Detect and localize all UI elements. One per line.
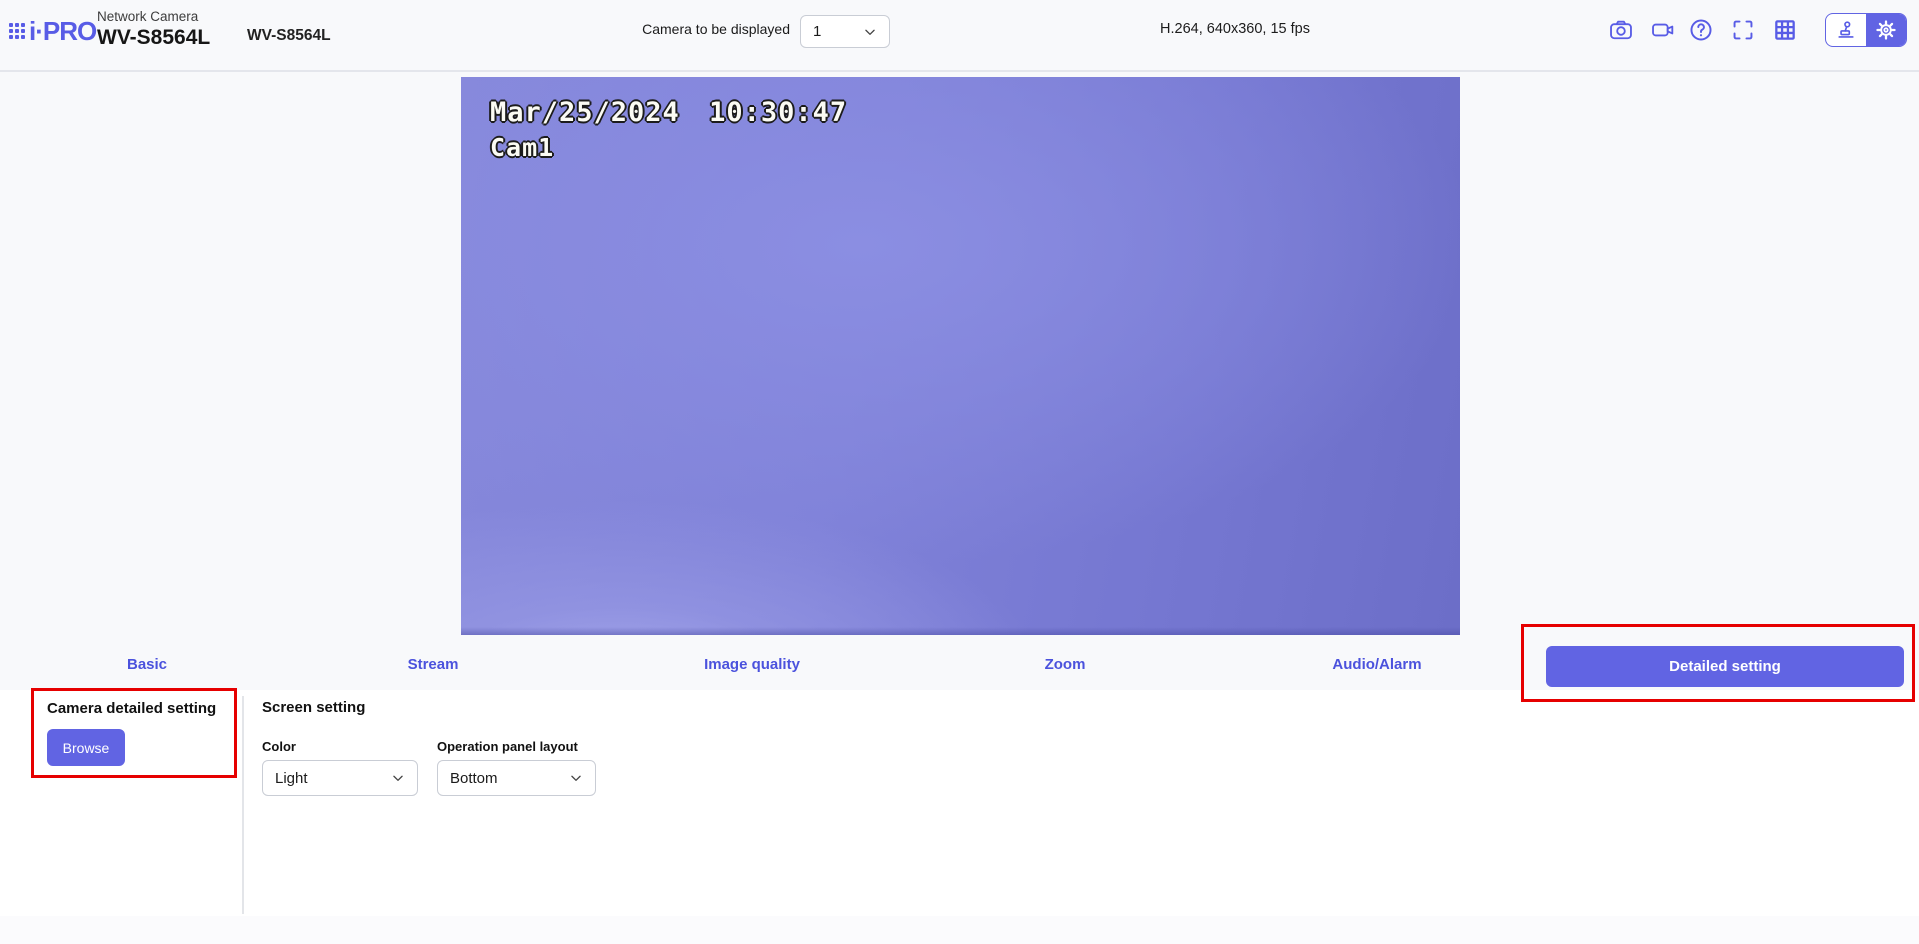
tab-basic[interactable]: Basic xyxy=(127,656,167,673)
device-model-title: WV-S8564L xyxy=(97,26,210,50)
footer-band xyxy=(0,916,1919,944)
app-header: i·PRO Network Camera WV-S8564L WV-S8564L… xyxy=(0,0,1919,72)
camera-select-value: 1 xyxy=(813,23,821,40)
control-joystick-icon[interactable] xyxy=(1826,14,1866,46)
panel-divider xyxy=(242,696,244,914)
annotation-box-camera-detailed-setting: Camera detailed setting Browse xyxy=(31,688,237,778)
screen-setting-title: Screen setting xyxy=(262,699,365,716)
detailed-setting-button[interactable]: Detailed setting xyxy=(1546,646,1904,687)
browse-button[interactable]: Browse xyxy=(47,729,125,766)
mode-toggle xyxy=(1825,13,1907,47)
camera-detailed-setting-title: Camera detailed setting xyxy=(47,700,216,717)
camera-select-label: Camera to be displayed xyxy=(618,21,790,37)
tab-zoom[interactable]: Zoom xyxy=(1045,656,1086,673)
chevron-down-icon xyxy=(391,771,405,785)
camera-title: WV-S8564L xyxy=(247,27,331,45)
camera-select[interactable]: 1 xyxy=(800,15,890,48)
tab-stream[interactable]: Stream xyxy=(408,656,459,673)
osd-camera-label: Cam1 xyxy=(490,133,554,162)
camera-web-ui: i·PRO Network Camera WV-S8564L WV-S8564L… xyxy=(0,0,1919,944)
settings-content xyxy=(0,690,1919,944)
tab-audio-alarm[interactable]: Audio/Alarm xyxy=(1332,656,1421,673)
snapshot-camera-icon[interactable] xyxy=(1608,17,1634,43)
annotation-box-detailed-setting: Detailed setting xyxy=(1521,624,1915,702)
tab-image-quality[interactable]: Image quality xyxy=(704,656,800,673)
chevron-down-icon xyxy=(863,25,877,39)
device-type-label: Network Camera xyxy=(97,9,198,24)
osd-timestamp: Mar/25/2024 10:30:47 xyxy=(490,97,847,128)
fullscreen-icon[interactable] xyxy=(1730,17,1756,43)
video-stream-icon[interactable] xyxy=(1650,17,1676,43)
color-select-value: Light xyxy=(275,770,308,787)
color-label: Color xyxy=(262,739,296,754)
settings-gear-icon[interactable] xyxy=(1866,14,1906,46)
color-select[interactable]: Light xyxy=(262,760,418,796)
chevron-down-icon xyxy=(569,771,583,785)
ipro-logo: i·PRO xyxy=(29,16,96,47)
operation-panel-layout-label: Operation panel layout xyxy=(437,739,578,754)
ipro-logo-mark-icon xyxy=(9,23,25,39)
grid-view-icon[interactable] xyxy=(1772,17,1798,43)
operation-panel-layout-value: Bottom xyxy=(450,770,498,787)
stream-info: H.264, 640x360, 15 fps xyxy=(1160,21,1310,37)
video-feed[interactable]: Mar/25/2024 10:30:47 Cam1 xyxy=(461,77,1460,635)
operation-panel-layout-select[interactable]: Bottom xyxy=(437,760,596,796)
help-icon[interactable] xyxy=(1688,17,1714,43)
